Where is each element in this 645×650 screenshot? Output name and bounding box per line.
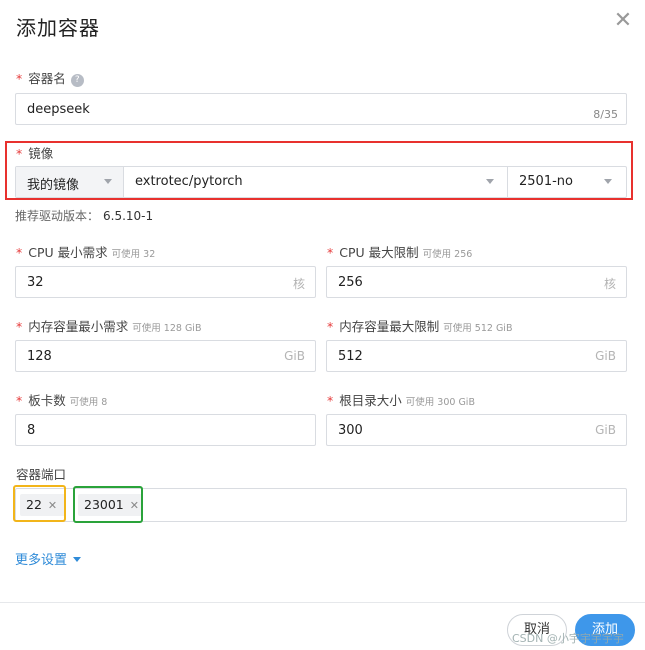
help-icon[interactable]: ? (70, 74, 84, 87)
required-mark: * (16, 245, 23, 260)
cards-input[interactable]: 8 (15, 414, 316, 446)
cpu-max-input[interactable]: 256 核 (326, 266, 627, 298)
cpu-max-label: * CPU 最大限制 可使用 256 (327, 245, 473, 260)
highlight-box-yellow (13, 485, 66, 522)
ports-label: 容器端口 (16, 467, 67, 482)
footer-divider (0, 602, 645, 603)
more-settings-link[interactable]: 更多设置 (15, 549, 82, 568)
mem-min-input[interactable]: 128 GiB (15, 340, 316, 372)
dialog-title: 添加容器 (16, 16, 100, 40)
root-dir-input[interactable]: 300 GiB (326, 414, 627, 446)
required-mark: * (16, 71, 23, 86)
required-mark: * (16, 319, 23, 334)
cards-label: * 板卡数 可使用 8 (16, 393, 108, 408)
container-name-input[interactable]: deepseek 8/35 (15, 93, 627, 125)
container-name-value: deepseek (27, 102, 90, 117)
mem-max-label: * 内存容量最大限制 可使用 512 GiB (327, 319, 513, 334)
char-counter: 8/35 (593, 108, 618, 121)
required-mark: * (327, 319, 334, 334)
watermark: CSDN @小宇宇宇宇宇 (512, 632, 624, 645)
highlight-box-red (5, 141, 633, 200)
container-name-label: * 容器名? (16, 68, 84, 87)
close-icon[interactable]: ✕ (612, 10, 634, 32)
required-mark: * (327, 393, 334, 408)
chevron-down-icon (73, 557, 82, 562)
cpu-min-input[interactable]: 32 核 (15, 266, 316, 298)
cpu-min-label: * CPU 最小需求 可使用 32 (16, 245, 156, 260)
required-mark: * (327, 245, 334, 260)
root-dir-label: * 根目录大小 可使用 300 GiB (327, 393, 475, 408)
mem-max-input[interactable]: 512 GiB (326, 340, 627, 372)
required-mark: * (16, 393, 23, 408)
mem-min-label: * 内存容量最小需求 可使用 128 GiB (16, 319, 202, 334)
highlight-box-green (73, 486, 143, 523)
driver-hint: 推荐驱动版本： 6.5.10-1 (15, 209, 154, 223)
